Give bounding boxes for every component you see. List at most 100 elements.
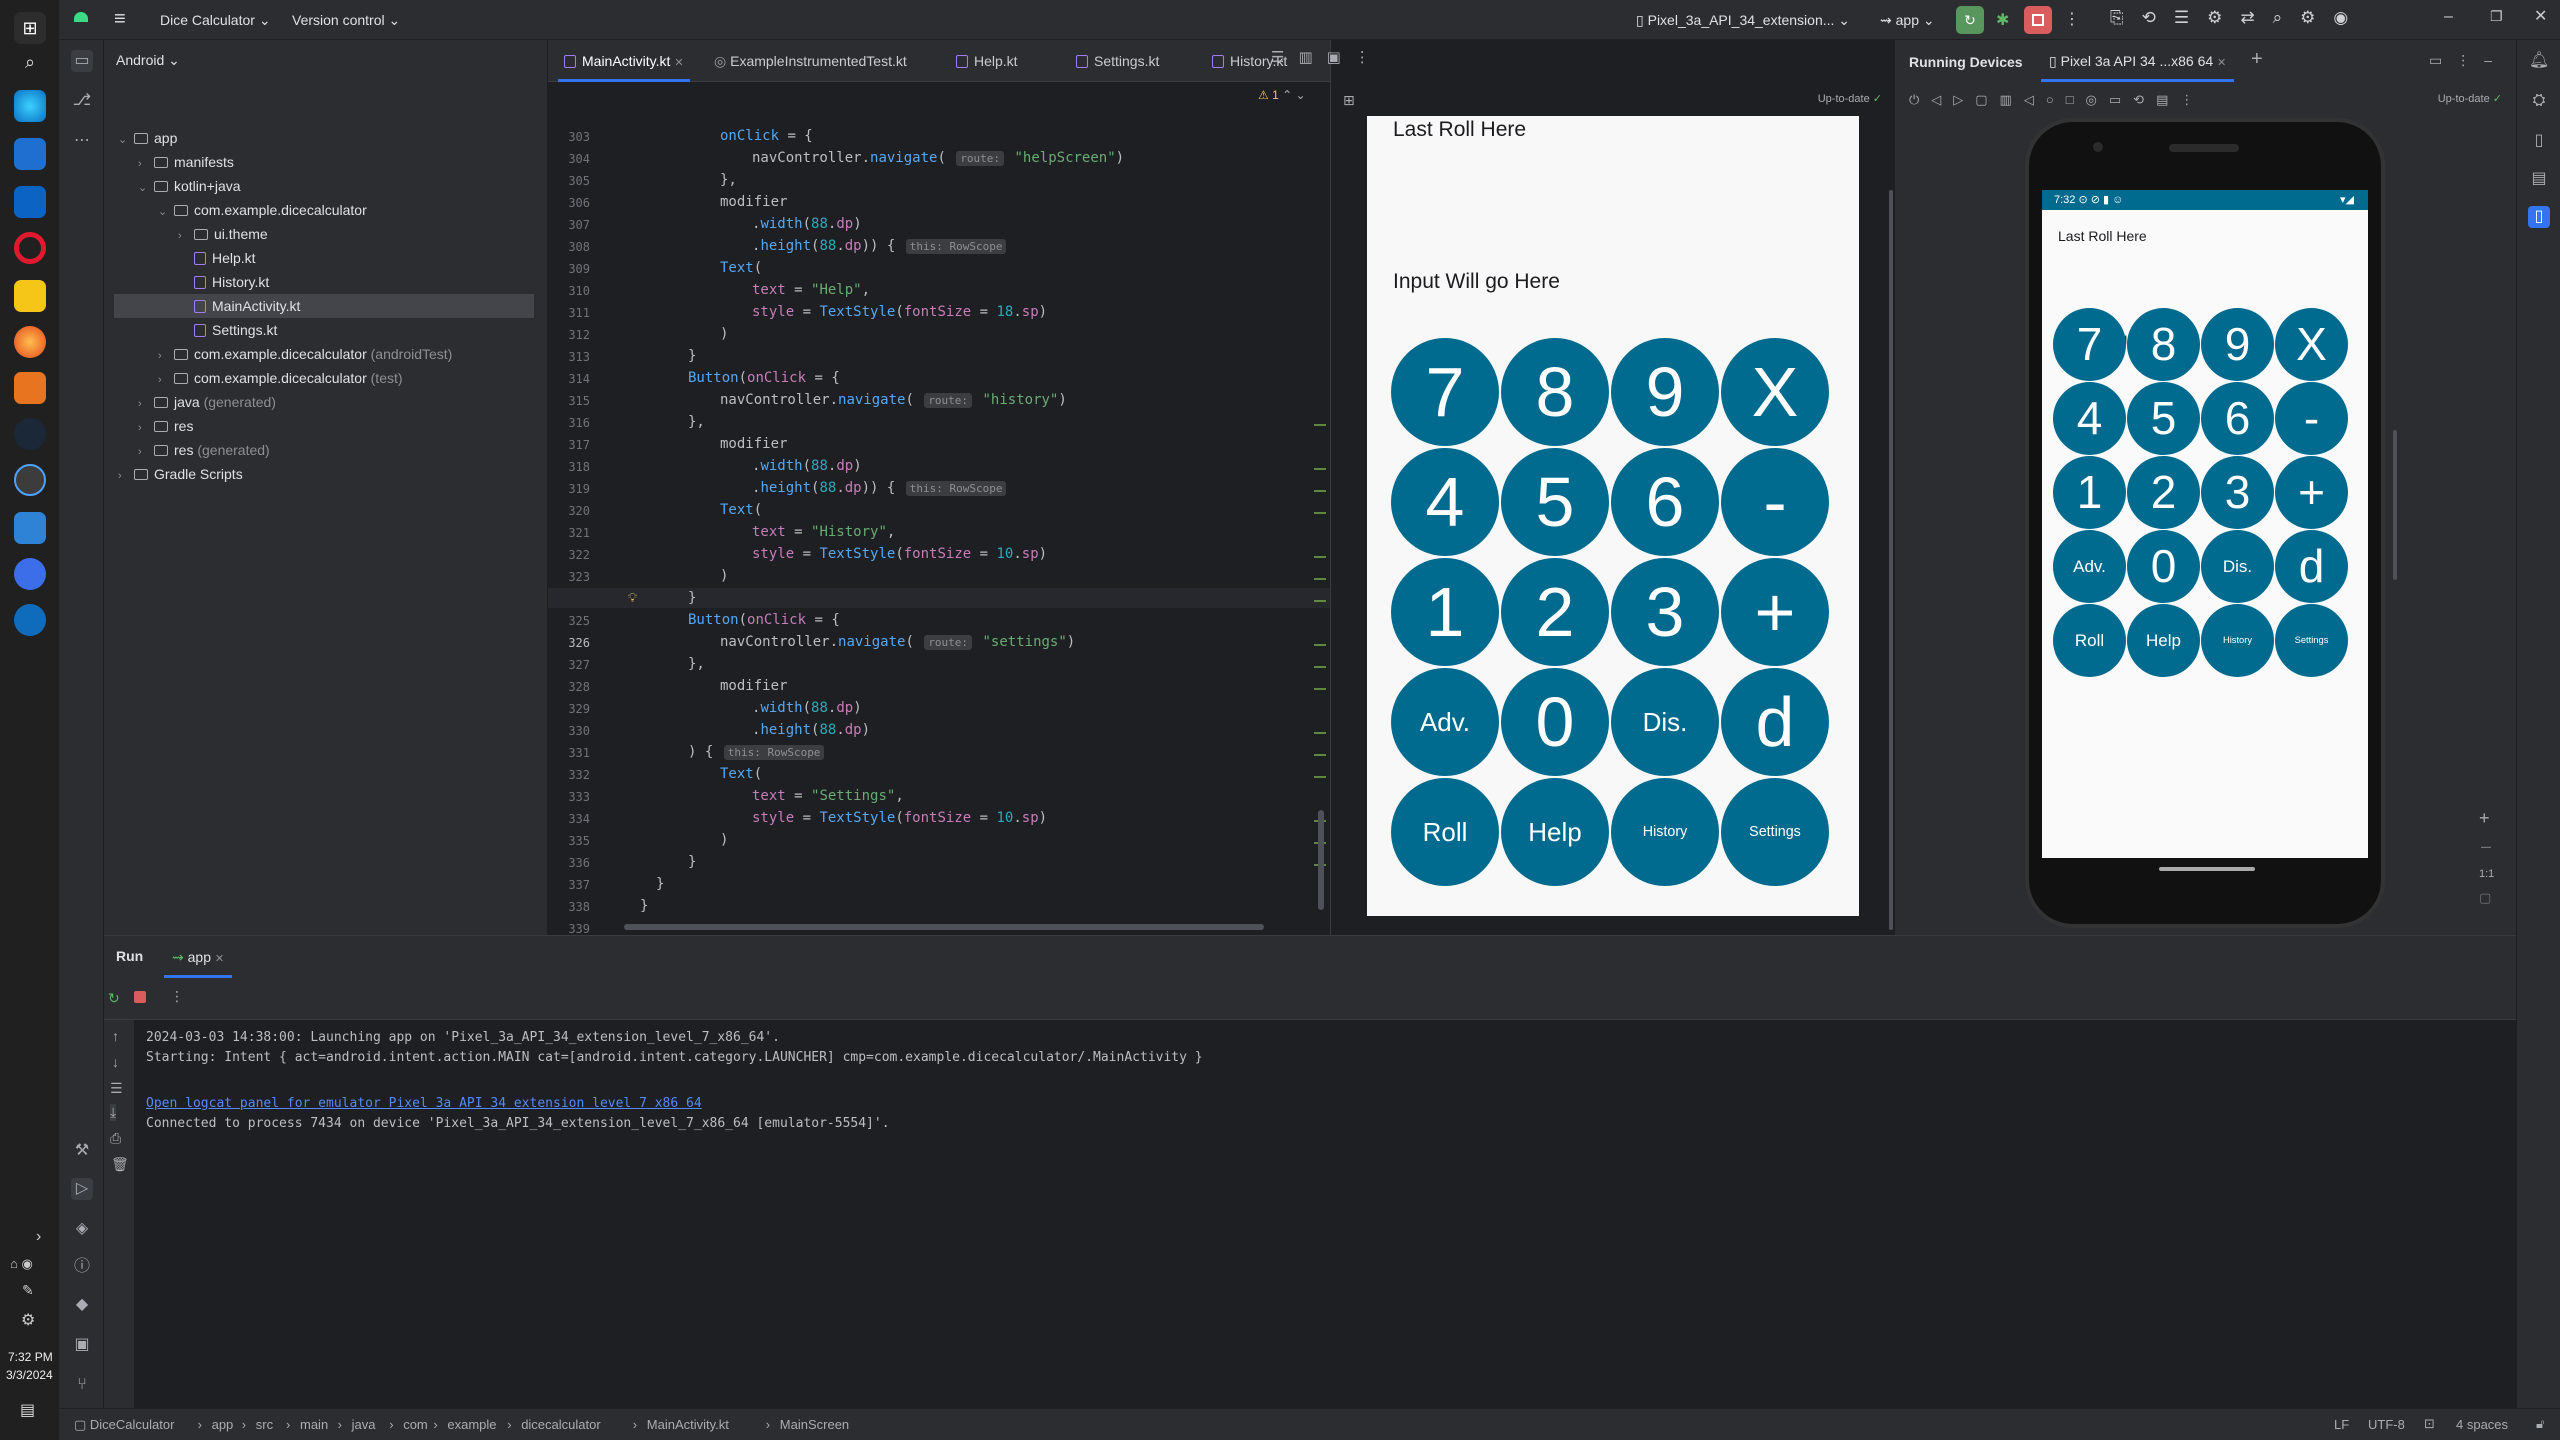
minimize-button[interactable]: – (2444, 8, 2453, 26)
breadcrumb-item[interactable]: ▢ DiceCalculator (74, 1417, 174, 1433)
project-selector[interactable]: Dice Calculator ⌄ (160, 12, 271, 29)
app-key[interactable]: 1 (2053, 456, 2126, 529)
commit-icon[interactable]: ⎇ (71, 90, 93, 112)
scroll-up-icon[interactable]: ↑ (112, 1028, 119, 1044)
notifications-bell-icon[interactable]: 🔔︎ (2528, 50, 2550, 72)
chevron-down-icon[interactable]: ⌄ (118, 128, 134, 152)
line-ending[interactable]: LF (2334, 1417, 2349, 1432)
code-line[interactable]: navController.navigate( route: "settings… (720, 634, 1075, 650)
code-line[interactable]: .width(88.dp) (752, 216, 862, 232)
terminal-icon[interactable]: ▣ (71, 1334, 93, 1356)
run-more-icon[interactable]: ⋮ (170, 988, 184, 1005)
stop-button[interactable] (2024, 6, 2052, 34)
more-tools-icon[interactable]: ⋯ (71, 130, 93, 152)
restore-button[interactable]: ❐ (2490, 8, 2503, 25)
code-line[interactable]: style = TextStyle(fontSize = 10.sp) (752, 810, 1047, 826)
project-view-selector[interactable]: Android ⌄ (116, 52, 180, 69)
preview-key[interactable]: Dis. (1611, 668, 1719, 776)
tree-item[interactable]: Help.kt (178, 246, 256, 270)
print-icon[interactable]: ⎙ (110, 1130, 121, 1147)
debug-icon[interactable]: ✱ (1996, 10, 2009, 30)
emulator-controls[interactable]: ⏻◁▷▢▥◁○□◎▭⟲▤⋮ (1909, 92, 2205, 108)
lightbulb-icon[interactable]: 💡︎ (628, 590, 637, 606)
app-key[interactable]: Settings (2275, 604, 2348, 677)
app-key[interactable]: 2 (2127, 456, 2200, 529)
zoom-actual[interactable]: 1:1 (2479, 868, 2494, 880)
breadcrumb-item[interactable]: com (403, 1417, 428, 1432)
vertical-scrollbar[interactable] (1318, 810, 1324, 910)
breadcrumb-item[interactable]: java (352, 1417, 376, 1432)
code-line[interactable]: modifier (720, 194, 787, 210)
apply-changes-button[interactable]: ↻ (1956, 6, 1984, 34)
chevron-right-icon[interactable]: › (138, 152, 154, 176)
logcat-link[interactable]: Open logcat panel for emulator Pixel 3a … (146, 1096, 702, 1111)
chevron-right-icon[interactable]: › (138, 440, 154, 464)
code-line[interactable]: ) (720, 832, 728, 848)
tree-item[interactable]: › ui.theme (178, 222, 268, 246)
code-line[interactable]: navController.navigate( route: "helpScre… (752, 150, 1124, 166)
preview-key[interactable]: 0 (1501, 668, 1609, 776)
code-line[interactable]: Button(onClick = { (688, 370, 840, 386)
code-line[interactable]: } (656, 876, 664, 892)
tab-mainactivity[interactable]: MainActivity.kt ✕ (558, 40, 690, 82)
close-run-tab-icon[interactable]: ✕ (215, 953, 224, 965)
scroll-end-icon[interactable]: ⤓ (110, 1104, 117, 1121)
opera-icon[interactable] (14, 232, 46, 264)
android-studio-icon[interactable] (14, 464, 46, 496)
running-devices-icon[interactable]: ▯ (2528, 206, 2550, 228)
preview-key[interactable]: Roll (1391, 778, 1499, 886)
code-line[interactable]: text = "Settings", (752, 788, 904, 804)
preview-key[interactable]: Adv. (1391, 668, 1499, 776)
tree-item[interactable]: › java (generated) (138, 390, 276, 414)
lock-icon[interactable]: 🔓︎ (2536, 1416, 2544, 1432)
preview-key[interactable]: X (1721, 338, 1829, 446)
code-line[interactable]: style = TextStyle(fontSize = 10.sp) (752, 546, 1047, 562)
app-key[interactable]: 6 (2201, 382, 2274, 455)
code-line[interactable]: Text( (720, 502, 762, 518)
rerun-icon[interactable]: ↻ (108, 990, 120, 1007)
chevron-right-icon[interactable]: › (138, 392, 154, 416)
tray-icons[interactable]: ⌂ ◉ (10, 1256, 33, 1272)
close-window-button[interactable]: ✕ (2534, 6, 2547, 26)
code-line[interactable]: modifier (720, 678, 787, 694)
app-key[interactable]: History (2201, 604, 2274, 677)
remote-icon[interactable] (14, 604, 46, 636)
calendar-icon[interactable] (14, 138, 46, 170)
more-actions-icon[interactable]: ⋮ (2064, 9, 2080, 29)
chevron-right-icon[interactable]: › (118, 464, 134, 488)
tree-item[interactable]: › res (138, 414, 193, 438)
notifications-icon[interactable]: ▤ (20, 1400, 35, 1420)
code-line[interactable]: Text( (720, 766, 762, 782)
preview-key[interactable]: Help (1501, 778, 1609, 886)
chevron-right-icon[interactable]: › (158, 368, 174, 392)
device-scrollbar[interactable] (2393, 430, 2397, 580)
tab-help[interactable]: Help.kt (956, 40, 1018, 82)
problems-icon[interactable]: ⓘ (71, 1256, 93, 1278)
trash-icon[interactable]: 🗑︎ (111, 1156, 129, 1173)
app-key[interactable]: 7 (2053, 308, 2126, 381)
run-config-tab[interactable]: ⇝ app ✕ (164, 936, 233, 978)
chevron-right-icon[interactable]: › (158, 344, 174, 368)
breadcrumb-item[interactable]: main (300, 1417, 328, 1432)
zoom-in-icon[interactable]: + (2479, 808, 2490, 829)
app-key[interactable]: X (2275, 308, 2348, 381)
tree-item[interactable]: ⌄ kotlin+java (138, 174, 241, 198)
encoding[interactable]: UTF-8 (2368, 1417, 2405, 1432)
indent-setting[interactable]: 4 spaces (2456, 1417, 2508, 1432)
run-config-selector[interactable]: ⇝ app ⌄ (1880, 12, 1935, 29)
preview-key[interactable]: Settings (1721, 778, 1829, 886)
code-line[interactable]: text = "Help", (752, 282, 870, 298)
clock-time[interactable]: 7:32 PM (8, 1350, 53, 1364)
horizontal-scrollbar[interactable] (624, 924, 1264, 930)
preview-key[interactable]: - (1721, 448, 1829, 556)
zoom-out-icon[interactable]: – (2481, 836, 2491, 857)
preview-view-toggles[interactable]: ☰▥▣⋮ (1271, 48, 1384, 66)
main-menu-icon[interactable]: ≡ (114, 8, 126, 31)
run-tool-icon[interactable]: ▷ (71, 1178, 93, 1200)
preview-key[interactable]: 4 (1391, 448, 1499, 556)
app-key[interactable]: d (2275, 530, 2348, 603)
profiler-icon[interactable]: ◈ (71, 1218, 93, 1240)
tree-item[interactable]: History.kt (178, 270, 269, 294)
edge-icon[interactable] (14, 90, 46, 122)
app-key[interactable]: 4 (2053, 382, 2126, 455)
